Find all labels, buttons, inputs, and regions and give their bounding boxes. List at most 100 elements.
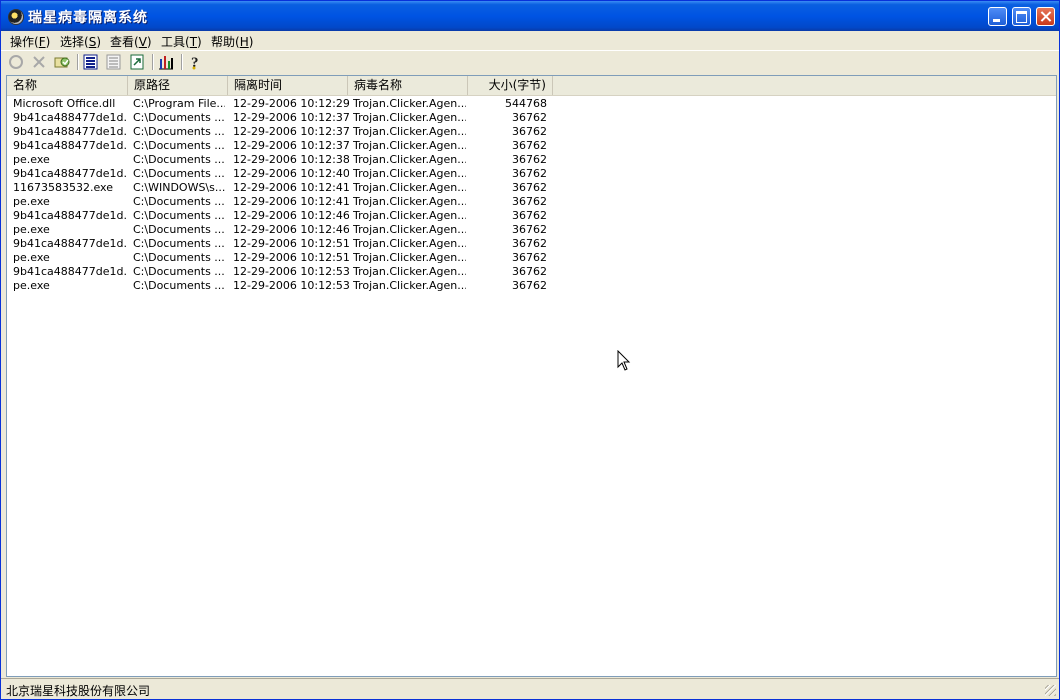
cell-size: 36762 [512, 139, 547, 152]
menu-select[interactable]: 选择(S) [60, 33, 101, 50]
cell-virus: Trojan.Clicker.Agen... [353, 167, 466, 180]
cell-size: 36762 [512, 265, 547, 278]
cell-size: 36762 [512, 125, 547, 138]
table-row[interactable]: 9b41ca488477de1d... C:\Documents ... 12-29… [7, 139, 607, 153]
cell-time: 12-29-2006 10:12:37 [233, 125, 349, 138]
menu-tools-end: ) [197, 35, 202, 49]
view-list-icon[interactable] [82, 53, 100, 71]
cell-name: pe.exe [13, 153, 50, 166]
column-header-size[interactable]: 大小(字节) [468, 76, 553, 95]
cell-size: 36762 [512, 195, 547, 208]
view-details-icon[interactable] [105, 53, 123, 71]
menu-view-key: V [138, 35, 147, 49]
table-row[interactable]: pe.exe C:\Documents ... 12-29-2006 10:12:3… [7, 153, 607, 167]
cell-path: C:\Documents ... [133, 223, 225, 236]
cell-size: 36762 [512, 181, 547, 194]
column-header-path[interactable]: 原路径 [128, 76, 228, 95]
close-button[interactable] [1036, 7, 1055, 26]
menu-help[interactable]: 帮助(H) [211, 33, 253, 50]
table-row[interactable]: pe.exe C:\Documents ... 12-29-2006 10:12:4… [7, 223, 607, 237]
menu-operate-label: 操作( [10, 35, 39, 49]
column-header-virus[interactable]: 病毒名称 [348, 76, 468, 95]
menu-select-end: ) [96, 35, 101, 49]
mouse-pointer-icon [617, 350, 631, 371]
menu-view-label: 查看( [110, 35, 139, 49]
cell-virus: Trojan.Clicker.Agen... [353, 139, 466, 152]
resize-grip-icon[interactable] [1045, 685, 1056, 696]
column-header-time[interactable]: 隔离时间 [228, 76, 348, 95]
list-header: 名称 原路径 隔离时间 病毒名称 大小(字节) [7, 76, 1056, 96]
cell-path: C:\WINDOWS\s... [133, 181, 225, 194]
table-row[interactable]: 9b41ca488477de1d... C:\Documents ... 12-29… [7, 111, 607, 125]
cell-virus: Trojan.Clicker.Agen... [353, 195, 466, 208]
title-bar[interactable]: 瑞星病毒隔离系统 [1, 1, 1059, 31]
table-row[interactable]: 9b41ca488477de1d... C:\Documents ... 12-29… [7, 125, 607, 139]
menu-tools-key: T [189, 35, 198, 49]
cell-size: 36762 [512, 251, 547, 264]
cell-virus: Trojan.Clicker.Agen... [353, 125, 466, 138]
cell-time: 12-29-2006 10:12:51 [233, 251, 349, 264]
cell-time: 12-29-2006 10:12:51 [233, 237, 349, 250]
cell-time: 12-29-2006 10:12:40 [233, 167, 349, 180]
cell-name: 11673583532.exe [13, 181, 113, 194]
cell-virus: Trojan.Clicker.Agen... [353, 223, 466, 236]
chart-icon[interactable] [157, 53, 175, 71]
minimize-button[interactable] [988, 7, 1007, 26]
menu-help-key: H [239, 35, 249, 49]
cell-time: 12-29-2006 10:12:41 [233, 181, 349, 194]
export-icon[interactable] [128, 53, 146, 71]
menu-select-label: 选择( [60, 35, 89, 49]
table-row[interactable]: Microsoft Office.dll C:\Program File... 12… [7, 97, 607, 111]
cell-size: 36762 [512, 167, 547, 180]
cell-name: 9b41ca488477de1d... [13, 125, 126, 138]
cell-size: 544768 [505, 97, 547, 110]
cell-time: 12-29-2006 10:12:37 [233, 139, 349, 152]
cell-time: 12-29-2006 10:12:46 [233, 209, 349, 222]
cell-name: pe.exe [13, 251, 50, 264]
cell-time: 12-29-2006 10:12:53 [233, 279, 349, 292]
delete-icon[interactable] [30, 53, 48, 71]
cell-path: C:\Documents ... [133, 195, 225, 208]
table-row[interactable]: 9b41ca488477de1d... C:\Documents ... 12-29… [7, 167, 607, 181]
menu-view[interactable]: 查看(V) [110, 33, 152, 50]
table-row[interactable]: 9b41ca488477de1d... C:\Documents ... 12-29… [7, 265, 607, 279]
cell-size: 36762 [512, 279, 547, 292]
cell-name: 9b41ca488477de1d... [13, 265, 126, 278]
toolbar-separator [77, 54, 79, 70]
cell-name: 9b41ca488477de1d... [13, 167, 126, 180]
scan-icon[interactable] [53, 53, 71, 71]
table-row[interactable]: pe.exe C:\Documents ... 12-29-2006 10:12:4… [7, 195, 607, 209]
cell-path: C:\Documents ... [133, 167, 225, 180]
table-row[interactable]: 9b41ca488477de1d... C:\Documents ... 12-29… [7, 209, 607, 223]
cell-path: C:\Documents ... [133, 139, 225, 152]
quarantine-list[interactable]: 名称 原路径 隔离时间 病毒名称 大小(字节) Microsoft Office… [6, 75, 1057, 677]
cell-name: 9b41ca488477de1d... [13, 139, 126, 152]
cell-time: 12-29-2006 10:12:53 [233, 265, 349, 278]
cell-path: C:\Documents ... [133, 251, 225, 264]
cell-size: 36762 [512, 237, 547, 250]
table-row[interactable]: pe.exe C:\Documents ... 12-29-2006 10:12:5… [7, 251, 607, 265]
menu-tools[interactable]: 工具(T) [161, 33, 202, 50]
status-bar: 北京瑞星科技股份有限公司 [1, 679, 1059, 699]
window-title: 瑞星病毒隔离系统 [28, 10, 148, 26]
toolbar-separator [181, 54, 183, 70]
table-row[interactable]: 11673583532.exe C:\WINDOWS\s... 12-29-2006… [7, 181, 607, 195]
toolbar: ? [1, 51, 1059, 73]
cell-path: C:\Program File... [133, 97, 225, 110]
help-icon[interactable]: ? [187, 53, 205, 71]
rising-app-icon[interactable] [8, 9, 24, 25]
cell-path: C:\Documents ... [133, 209, 225, 222]
restore-icon[interactable] [7, 53, 25, 71]
maximize-button[interactable] [1012, 7, 1031, 26]
cell-name: 9b41ca488477de1d... [13, 209, 126, 222]
menu-help-end: ) [248, 35, 254, 49]
cell-virus: Trojan.Clicker.Agen... [353, 265, 466, 278]
cell-time: 12-29-2006 10:12:29 [233, 97, 349, 110]
column-header-name[interactable]: 名称 [7, 76, 128, 95]
table-row[interactable]: 9b41ca488477de1d... C:\Documents ... 12-29… [7, 237, 607, 251]
table-row[interactable]: pe.exe C:\Documents ... 12-29-2006 10:12:5… [7, 279, 607, 293]
cell-path: C:\Documents ... [133, 265, 225, 278]
cell-name: 9b41ca488477de1d... [13, 237, 126, 250]
menu-bar: 操作(F) 选择(S) 查看(V) 工具(T) 帮助(H) [1, 31, 1059, 49]
menu-operate[interactable]: 操作(F) [10, 33, 50, 50]
